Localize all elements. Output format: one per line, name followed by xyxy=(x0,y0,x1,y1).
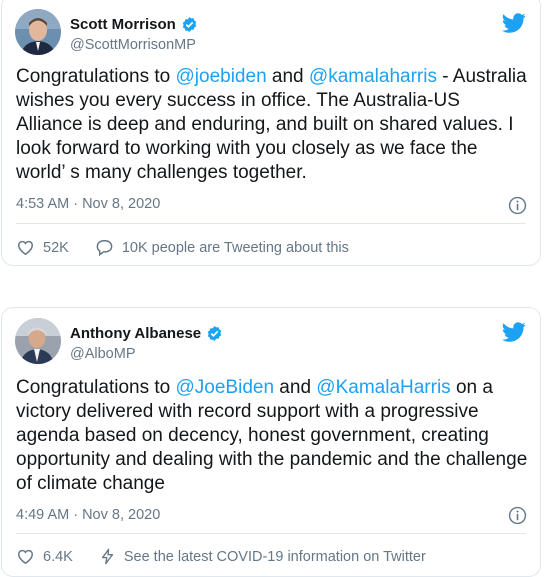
tweet-timestamp[interactable]: 4:49 AM · Nov 8, 2020 xyxy=(16,507,160,523)
tweet-actions: 6.4K See the latest COVID-19 information… xyxy=(16,547,452,566)
tweet-timestamp[interactable]: 4:53 AM · Nov 8, 2020 xyxy=(16,196,160,212)
author-handle[interactable]: @AlboMP xyxy=(70,346,136,362)
secondary-text: 10K people are Tweeting about this xyxy=(121,239,349,256)
twitter-bird-icon[interactable] xyxy=(502,320,526,344)
like-button[interactable]: 6.4K xyxy=(16,547,73,566)
like-count: 6.4K xyxy=(43,548,73,565)
mention-link[interactable]: @JoeBiden xyxy=(176,377,275,398)
mention-link[interactable]: @kamalaharris xyxy=(309,66,437,87)
tweet-text-part: Congratulations to xyxy=(16,377,176,398)
divider xyxy=(16,223,526,224)
mention-link[interactable]: @KamalaHarris xyxy=(316,377,450,398)
speech-bubble-icon xyxy=(96,240,113,257)
covid-info-link[interactable]: See the latest COVID-19 information on T… xyxy=(99,547,426,566)
verified-badge-icon xyxy=(207,326,222,341)
avatar[interactable] xyxy=(15,9,61,55)
tweet-text: Congratulations to @JoeBiden and @Kamala… xyxy=(16,376,528,496)
tweet-text-part: and xyxy=(266,66,309,87)
tweet-text-part: Congratulations to xyxy=(16,66,176,87)
author-name[interactable]: Scott Morrison xyxy=(70,16,176,33)
tweet-text-part: and xyxy=(274,377,317,398)
heart-icon xyxy=(18,549,33,565)
like-button[interactable]: 52K xyxy=(16,238,69,257)
like-count: 52K xyxy=(43,239,69,256)
tweet-card[interactable]: Scott Morrison @ScottMorrisonMP Congratu… xyxy=(1,0,541,266)
secondary-text: See the latest COVID-19 information on T… xyxy=(123,548,426,565)
info-icon[interactable] xyxy=(508,196,527,215)
conversation-link[interactable]: 10K people are Tweeting about this xyxy=(95,238,349,257)
info-icon[interactable] xyxy=(508,506,527,525)
divider xyxy=(16,533,526,534)
avatar[interactable] xyxy=(15,318,61,364)
twitter-bird-icon[interactable] xyxy=(502,11,526,35)
tweet-text: Congratulations to @joebiden and @kamala… xyxy=(16,65,528,185)
author-name[interactable]: Anthony Albanese xyxy=(70,325,201,342)
verified-badge-icon xyxy=(182,17,197,32)
heart-icon xyxy=(18,240,33,256)
tweet-actions: 52K 10K people are Tweeting about this xyxy=(16,238,375,257)
mention-link[interactable]: @joebiden xyxy=(176,66,267,87)
tweet-card[interactable]: Anthony Albanese @AlboMP Congratulations… xyxy=(1,307,541,577)
author-handle[interactable]: @ScottMorrisonMP xyxy=(70,37,196,53)
lightning-icon xyxy=(101,548,113,565)
